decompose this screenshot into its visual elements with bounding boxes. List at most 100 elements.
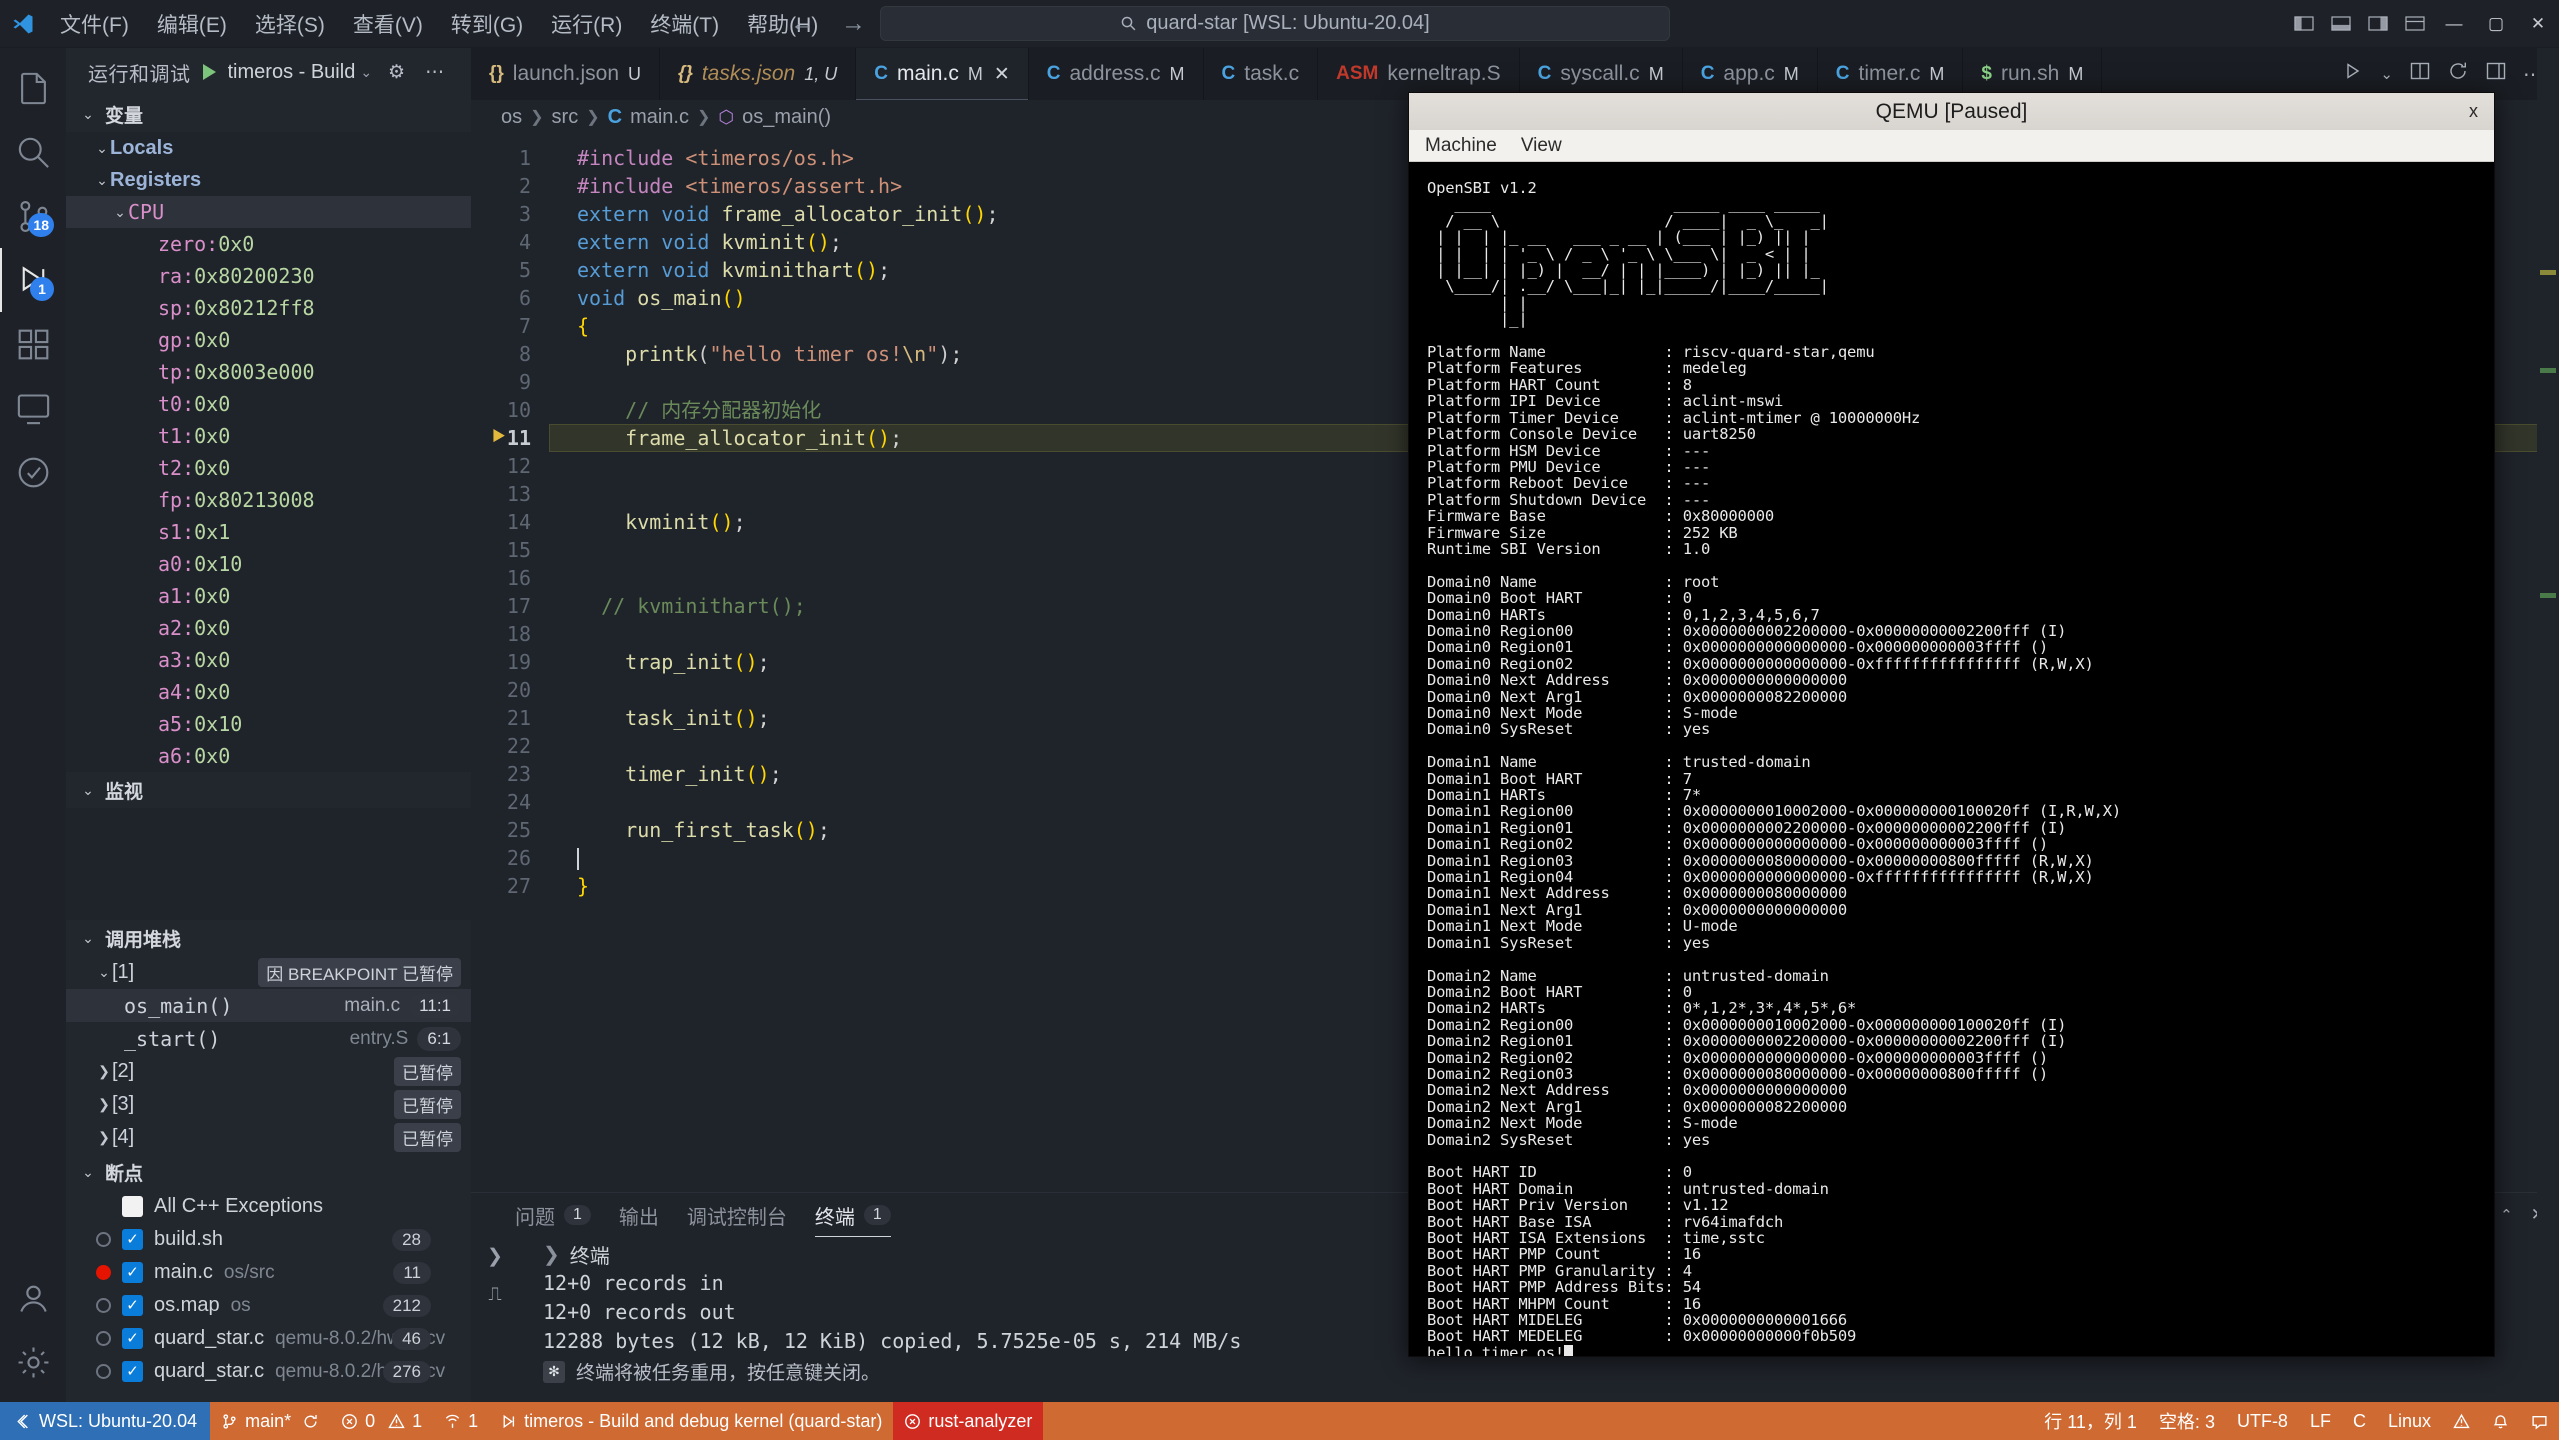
section-watch[interactable]: ⌄ 监视 (66, 772, 471, 808)
debug-settings-gear-icon[interactable]: ⚙ (384, 61, 409, 84)
line-number-gutter[interactable]: 1 2 3 4 5 6 7 8 9 10 11 12 13 14 15 16 17 18 19 20 21 22 23 24 2… (471, 134, 549, 1192)
activity-remote-explorer[interactable] (0, 376, 66, 440)
breakpoint-dot-icon[interactable] (96, 1265, 111, 1280)
status-bell-icon[interactable] (2481, 1402, 2520, 1440)
register-row[interactable]: fp: 0x80213008 (66, 484, 471, 516)
refresh-icon[interactable] (2447, 60, 2469, 88)
register-row[interactable]: s1: 0x1 (66, 516, 471, 548)
breadcrumb-file[interactable]: main.c (630, 106, 689, 129)
terminal-sidebar[interactable]: ❯ ⎍ (471, 1237, 519, 1402)
line-number[interactable]: 18 (471, 620, 549, 648)
toggle-panel-icon[interactable] (2322, 15, 2359, 32)
editor-tab-address-c[interactable]: Caddress.c M (1029, 48, 1204, 100)
breadcrumb-src[interactable]: src (552, 106, 579, 129)
sidebar-more-actions-icon[interactable]: ⋯ (421, 61, 448, 84)
callstack-thread[interactable]: ❯ [3] 已暂停 (66, 1088, 471, 1121)
line-number[interactable]: 20 (471, 676, 549, 704)
callstack-frame[interactable]: os_main() main.c 11:1 (66, 989, 471, 1022)
callstack-thread[interactable]: ❯ [4] 已暂停 (66, 1121, 471, 1154)
line-number[interactable]: 4 (471, 228, 549, 256)
breakpoint-row[interactable]: quard_star.cqemu-8.0.2/hw/riscv276 (66, 1355, 471, 1388)
activity-settings[interactable] (0, 1330, 66, 1394)
qemu-menu-machine[interactable]: Machine (1425, 135, 1497, 157)
register-row[interactable]: t2: 0x0 (66, 452, 471, 484)
qemu-menu-bar[interactable]: Machine View (1409, 130, 2494, 162)
status-warning-triangle-icon[interactable] (2442, 1402, 2481, 1440)
panel-tab-2[interactable]: 调试控制台 (687, 1193, 787, 1237)
line-number[interactable]: 10 (471, 396, 549, 424)
line-number[interactable]: 1 (471, 144, 549, 172)
qemu-window[interactable]: QEMU [Paused] x Machine View OpenSBI v1.… (1408, 92, 2495, 1357)
register-row[interactable]: a4: 0x0 (66, 676, 471, 708)
back-arrow-icon[interactable]: ← (790, 11, 815, 36)
breakpoint-dot-icon[interactable] (96, 1331, 111, 1346)
status-branch[interactable]: main* (210, 1402, 330, 1440)
qemu-close-button[interactable]: x (2469, 101, 2478, 122)
activity-source-control[interactable]: 18 (0, 184, 66, 248)
callstack-frame[interactable]: _start() entry.S 6:1 (66, 1022, 471, 1055)
callstack-tree[interactable]: ⌄ [1] 因 BREAKPOINT 已暂停 os_main() main.c 11:1 _… (66, 956, 471, 1154)
tab-close-icon[interactable]: ✕ (994, 63, 1010, 86)
activity-accounts[interactable] (0, 1266, 66, 1330)
tree-group-registers[interactable]: ⌄ Registers (66, 164, 471, 196)
activity-explorer[interactable] (0, 56, 66, 120)
status-encoding[interactable]: UTF-8 (2226, 1402, 2299, 1440)
breakpoint-row[interactable]: All C++ Exceptions (66, 1190, 471, 1223)
line-number[interactable]: 12 (471, 452, 549, 480)
callstack-thread[interactable]: ❯ [2] 已暂停 (66, 1055, 471, 1088)
status-ports[interactable]: 1 (433, 1402, 489, 1440)
breakpoint-checkbox[interactable] (122, 1295, 143, 1316)
navigation-arrows[interactable]: ← → (790, 11, 866, 36)
line-number[interactable]: 26 (471, 844, 549, 872)
breakpoint-row[interactable]: build.sh 28 (66, 1223, 471, 1256)
register-row[interactable]: a0: 0x10 (66, 548, 471, 580)
toggle-primary-sidebar-icon[interactable] (2285, 15, 2322, 32)
line-number[interactable]: 8 (471, 340, 549, 368)
line-number[interactable]: 14 (471, 508, 549, 536)
status-remote-button[interactable]: WSL: Ubuntu-20.04 (0, 1402, 211, 1440)
breakpoint-checkbox[interactable] (122, 1262, 143, 1283)
editor-tab-main-c[interactable]: Cmain.c M ✕ (856, 48, 1029, 100)
activity-bar[interactable]: 18 1 (0, 48, 66, 1402)
register-row[interactable]: a6: 0x0 (66, 740, 471, 772)
menu-file[interactable]: 文件(F) (46, 5, 143, 43)
line-number[interactable]: 23 (471, 760, 549, 788)
minimap-strip[interactable] (2537, 48, 2559, 1402)
window-maximize-button[interactable]: ▢ (2475, 0, 2517, 48)
callstack-thread[interactable]: ⌄ [1] 因 BREAKPOINT 已暂停 (66, 956, 471, 989)
forward-arrow-icon[interactable]: → (841, 11, 866, 36)
menu-bar[interactable]: 文件(F) 编辑(E) 选择(S) 查看(V) 转到(G) 运行(R) 终端(T… (46, 5, 832, 43)
maximize-panel-icon[interactable]: ⌃ (2500, 1206, 2513, 1224)
line-number[interactable]: 2 (471, 172, 549, 200)
watch-body[interactable] (66, 808, 471, 920)
register-list[interactable]: zero: 0x0 ra: 0x80200230 sp: 0x80212ff8 gp:… (66, 228, 471, 772)
breakpoints-list[interactable]: All C++ Exceptions build.sh 28 main.c os/src… (66, 1190, 471, 1388)
status-eol[interactable]: LF (2299, 1402, 2342, 1440)
breakpoint-checkbox[interactable] (122, 1229, 143, 1250)
register-row[interactable]: a3: 0x0 (66, 644, 471, 676)
breakpoint-arrow-icon[interactable]: ⯈ (489, 426, 508, 450)
menu-selection[interactable]: 选择(S) (241, 5, 339, 43)
register-row[interactable]: gp: 0x0 (66, 324, 471, 356)
panel-tab-3[interactable]: 终端 1 (815, 1193, 891, 1237)
register-row[interactable]: a5: 0x10 (66, 708, 471, 740)
variables-tree[interactable]: ⌄ Locals ⌄ Registers ⌄ CPU zero: 0x0 ra: … (66, 132, 471, 772)
status-platform[interactable]: Linux (2377, 1402, 2442, 1440)
chevron-right-icon[interactable]: ❯ (487, 1245, 503, 1268)
line-number[interactable]: 5 (471, 256, 549, 284)
breakpoint-row[interactable]: main.c os/src 11 (66, 1256, 471, 1289)
status-bar-right[interactable]: 行 11，列 1 空格: 3 UTF-8 LF C Linux (2033, 1402, 2559, 1440)
status-bar[interactable]: WSL: Ubuntu-20.04 main* 0 1 1 timeros - … (0, 1402, 2559, 1440)
layout-editor-icon[interactable] (2485, 60, 2507, 88)
status-language-mode[interactable]: C (2342, 1402, 2377, 1440)
line-number[interactable]: 19 (471, 648, 549, 676)
breakpoint-dot-icon[interactable] (96, 1298, 111, 1313)
register-row[interactable]: t1: 0x0 (66, 420, 471, 452)
editor-tab-tasks-json[interactable]: {} tasks.json 1, U (660, 48, 857, 100)
plug-icon[interactable]: ⎍ (488, 1284, 501, 1306)
section-callstack[interactable]: ⌄ 调用堆栈 (66, 920, 471, 956)
line-number[interactable]: 9 (471, 368, 549, 396)
debug-config-dropdown[interactable]: timeros - Build ⌄ (228, 61, 373, 84)
line-number[interactable]: 16 (471, 564, 549, 592)
window-minimize-button[interactable]: — (2433, 0, 2475, 48)
